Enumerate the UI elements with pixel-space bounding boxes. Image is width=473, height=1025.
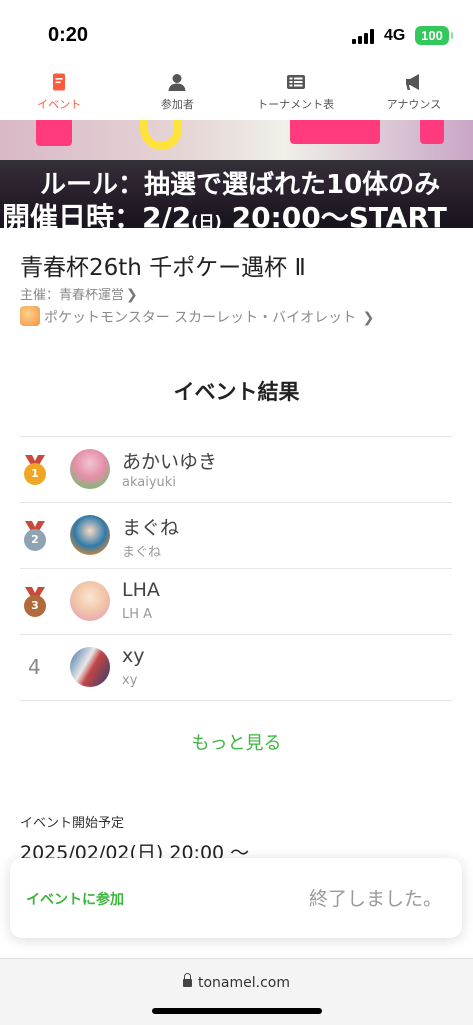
banner-date-prefix: 開催日時：2/2 [2,201,192,228]
result-row[interactable]: 1 あかいゆき akaiyuki [20,436,452,502]
organizer-label: 主催：青春杯運営 [20,288,125,303]
banner-date-suffix: 20:00～START [221,201,447,228]
game-icon [20,306,40,326]
status-time: 0:20 [48,24,89,46]
tab-label: 参加者 [160,98,194,111]
avatar[interactable] [70,515,110,555]
battery-icon: 100 [415,26,453,45]
player-username: LH A [122,607,153,622]
status-bar: 0:20 4G 100 [0,0,473,66]
player-name: あかいゆき [122,451,218,473]
chevron-right-icon: ❯ [126,287,138,303]
chevron-right-icon: ❯ [358,310,375,326]
url-text: tonamel.com [198,975,290,991]
tab-announce[interactable]: アナウンス [355,66,473,120]
player-name: まぐね [122,517,180,539]
banner-date-text: 開催日時：2/2(日) 20:00～START [2,196,447,228]
avatar[interactable] [70,581,110,621]
result-row[interactable]: 4 xy xy [20,634,452,701]
megaphone-icon [405,74,419,90]
network-type: 4G [384,27,406,44]
browser-url-bar[interactable]: tonamel.com [0,958,473,1025]
tab-participants[interactable]: 参加者 [118,66,236,120]
banner-date-day: (日) [191,212,222,228]
result-row[interactable]: 2 まぐね まぐね [20,502,452,568]
player-username: まぐね [122,545,162,560]
tab-label: トーナメント表 [257,98,335,111]
cellular-signal-icon [352,28,376,44]
avatar[interactable] [70,449,110,489]
home-indicator[interactable] [152,1008,322,1014]
url-display[interactable]: tonamel.com [0,973,473,991]
lock-icon [183,973,192,987]
tab-event[interactable]: イベント [0,66,118,120]
player-username: xy [122,673,138,688]
gold-medal-icon: 1 [22,455,48,485]
event-ended-status: 終了しました。 [308,888,442,910]
results-heading: イベント結果 [173,380,300,404]
tab-label: イベント [37,98,82,111]
player-name: LHA [122,579,160,601]
organizer-link[interactable]: 主催：青春杯運営 ❯ [20,284,138,303]
join-card: イベントに参加 終了しました。 [10,858,462,938]
avatar[interactable] [70,647,110,687]
silver-medal-icon: 2 [22,521,48,551]
banner-decoration [420,120,444,144]
person-icon [168,74,186,91]
banner-decoration [36,120,72,146]
tab-tournament[interactable]: トーナメント表 [237,66,355,120]
rank-number: 4 [28,655,41,679]
event-doc-icon [53,73,66,91]
player-name: xy [122,645,145,667]
result-row[interactable]: 3 LHA LH A [20,568,452,634]
banner-decoration [290,120,380,144]
bronze-medal-icon: 3 [22,587,48,617]
start-time-label: イベント開始予定 [20,816,125,831]
bracket-icon [286,75,305,89]
tab-bar: イベント 参加者 トーナメント表 アナウンス [0,66,473,120]
join-event-button[interactable]: イベントに参加 [26,889,124,909]
game-label: ポケットモンスター スカーレット・バイオレット ❯ [44,310,375,326]
see-more-link[interactable]: もっと見る [0,729,473,755]
event-banner-image: ルール：抽選で選ばれた10体のみ 開催日時：2/2(日) 20:00～START [0,120,473,228]
results-list: 1 あかいゆき akaiyuki 2 まぐね まぐね 3 LHA LH A 4 … [20,436,452,701]
player-username: akaiyuki [122,475,176,490]
tab-label: アナウンス [386,98,442,111]
event-title: 青春杯26th 千ポケー遇杯 Ⅱ [20,255,306,281]
